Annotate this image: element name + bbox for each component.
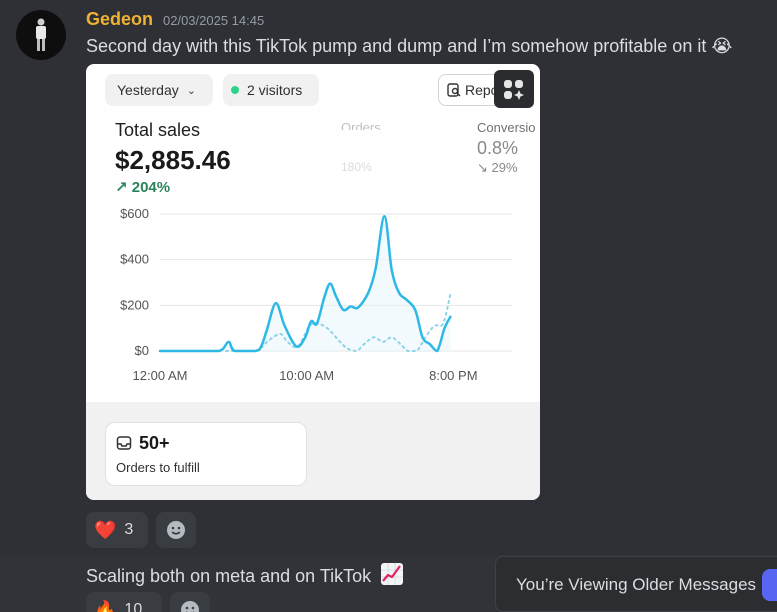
reaction-count: 3 (124, 521, 134, 538)
message-group: Gedeon 02/03/2025 14:45 Second day with … (0, 0, 777, 555)
conversion-label: Conversio (477, 120, 536, 135)
x-tick-label: 10:00 AM (279, 368, 334, 383)
live-dot-icon (231, 86, 239, 94)
older-messages-banner[interactable]: You’re Viewing Older Messages (495, 556, 777, 612)
image-actions-button[interactable] (494, 70, 534, 108)
inbox-icon (116, 436, 132, 450)
message-text: Second day with this TikTok pump and dum… (86, 36, 732, 57)
chevron-down-icon: ⌄ (186, 84, 196, 97)
area-fill (160, 216, 451, 351)
sales-line-chart: $600 $400 $200 $0 12:00 AM 10:00 AM 8:00 PM (120, 206, 512, 383)
x-tick-label: 12:00 AM (133, 368, 188, 383)
conversion-change-value: 29% (491, 160, 518, 175)
reaction-fire[interactable]: 🔥 10 (86, 592, 162, 612)
add-reaction-button[interactable] (156, 512, 196, 548)
add-reaction-button-2[interactable] (170, 592, 210, 612)
avatar[interactable] (16, 10, 66, 60)
x-tick-label: 8:00 PM (429, 368, 477, 383)
older-messages-text: You’re Viewing Older Messages (516, 575, 757, 594)
orders-label: Orders (341, 120, 381, 130)
avatar-figure-icon (36, 18, 46, 51)
message-text-2: Scaling both on meta and on TikTok (86, 562, 404, 587)
sparkle-icon (504, 80, 524, 100)
summary-band: 50+ Orders to fulfill (86, 402, 540, 500)
y-tick-label: $0 (135, 343, 149, 358)
crying-emoji-icon: 😭 (711, 36, 733, 56)
visitors-badge[interactable]: 2 visitors (223, 74, 319, 106)
date-filter-label: Yesterday (117, 82, 179, 98)
message-body-2: Scaling both on meta and on TikTok (86, 566, 372, 586)
conversion-change: ↘ 29% (477, 160, 518, 176)
report-icon (447, 83, 461, 97)
fire-icon: 🔥 (94, 599, 117, 612)
total-sales-label: Total sales (115, 120, 201, 140)
message-body: Second day with this TikTok pump and dum… (86, 36, 707, 56)
visitors-label: 2 visitors (247, 82, 303, 98)
orders-change: 180% (341, 160, 372, 174)
username[interactable]: Gedeon (86, 9, 153, 30)
y-tick-label: $200 (120, 297, 149, 312)
reaction-heart[interactable]: ❤️ 3 (86, 512, 148, 548)
timestamp: 02/03/2025 14:45 (163, 13, 265, 28)
orders-to-fulfill-card[interactable]: 50+ Orders to fulfill (105, 422, 307, 486)
heart-icon: ❤️ (94, 519, 117, 540)
smile-icon (167, 521, 185, 539)
y-tick-label: $400 (120, 252, 149, 267)
y-tick-label: $600 (120, 206, 149, 221)
smile-icon (181, 601, 199, 612)
chart-increasing-emoji-icon (381, 563, 404, 585)
reaction-count-2: 10 (124, 601, 143, 612)
date-filter-dropdown[interactable]: Yesterday ⌄ (105, 74, 213, 106)
jump-to-present-button[interactable] (762, 569, 777, 601)
total-sales-value: $2,885.46 (115, 145, 231, 175)
image-attachment[interactable]: Yesterday ⌄ 2 visitors Repo Total sales (86, 64, 540, 500)
arrow-down-right-icon: ↘ (477, 160, 488, 175)
fulfill-count: 50+ (139, 433, 170, 453)
conversion-value: 0.8% (477, 138, 519, 158)
fulfill-label: Orders to fulfill (116, 460, 200, 475)
